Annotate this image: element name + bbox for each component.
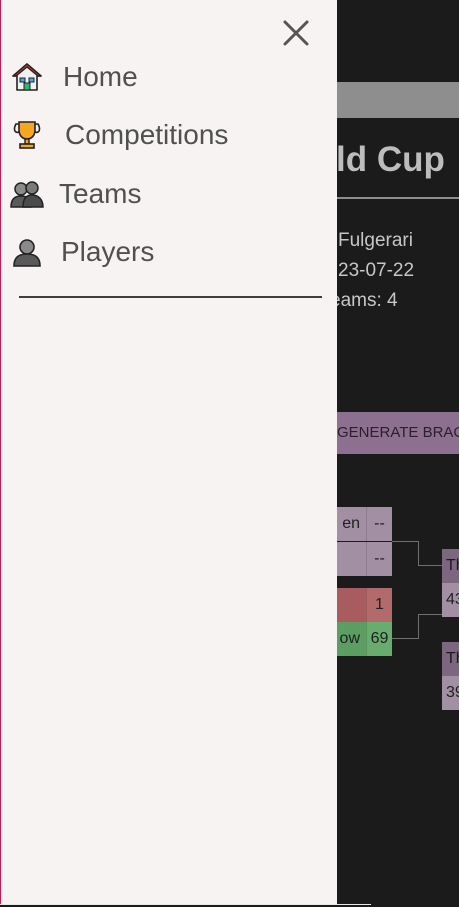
- team-score: 1: [366, 588, 392, 622]
- sidebar-item-competitions[interactable]: Competitions: [10, 113, 228, 157]
- house-icon: [10, 60, 44, 94]
- close-button[interactable]: [276, 13, 316, 53]
- bracket-match-header[interactable]: Th: [442, 549, 459, 583]
- competition-date: 23-07-22: [338, 260, 415, 281]
- team-score: --: [366, 507, 392, 541]
- sidebar-item-label: Players: [61, 236, 155, 267]
- person-icon: [10, 235, 44, 269]
- bracket-connector: [418, 565, 442, 567]
- drawer-bottom-edge: [0, 904, 371, 905]
- match-team: Th: [442, 642, 459, 676]
- sidebar-drawer: Home Competitions Teams Players: [0, 0, 337, 904]
- team-score: --: [366, 542, 392, 576]
- generate-bracket-label: GENERATE BRAC: [337, 424, 459, 441]
- sidebar-item-players[interactable]: Players: [10, 230, 154, 274]
- bracket-connector: [392, 541, 419, 566]
- sidebar-item-home[interactable]: Home: [10, 55, 138, 99]
- match-team: Th: [442, 549, 459, 583]
- sidebar-divider: [19, 296, 322, 298]
- bracket-match-score: 43: [442, 583, 459, 617]
- competition-title: ld Cup: [336, 140, 445, 179]
- sidebar-item-label: Teams: [59, 178, 142, 209]
- bracket-match-header[interactable]: Th: [442, 642, 459, 676]
- sidebar-item-label: Home: [63, 61, 138, 92]
- team-score: 69: [366, 622, 392, 656]
- match-score: 39: [442, 676, 459, 710]
- trophy-icon: [10, 118, 44, 152]
- sidebar-item-teams[interactable]: Teams: [10, 172, 141, 216]
- competition-teams-count: eams: 4: [330, 290, 398, 311]
- people-icon: [10, 177, 44, 211]
- bracket-match-score: 39: [442, 676, 459, 710]
- match-score: 43: [442, 583, 459, 617]
- bracket-connector: [392, 614, 419, 639]
- competition-organizer: Fulgerari: [338, 230, 413, 251]
- bracket-connector: [418, 614, 442, 616]
- sidebar-item-label: Competitions: [65, 119, 229, 150]
- close-icon: [276, 13, 316, 53]
